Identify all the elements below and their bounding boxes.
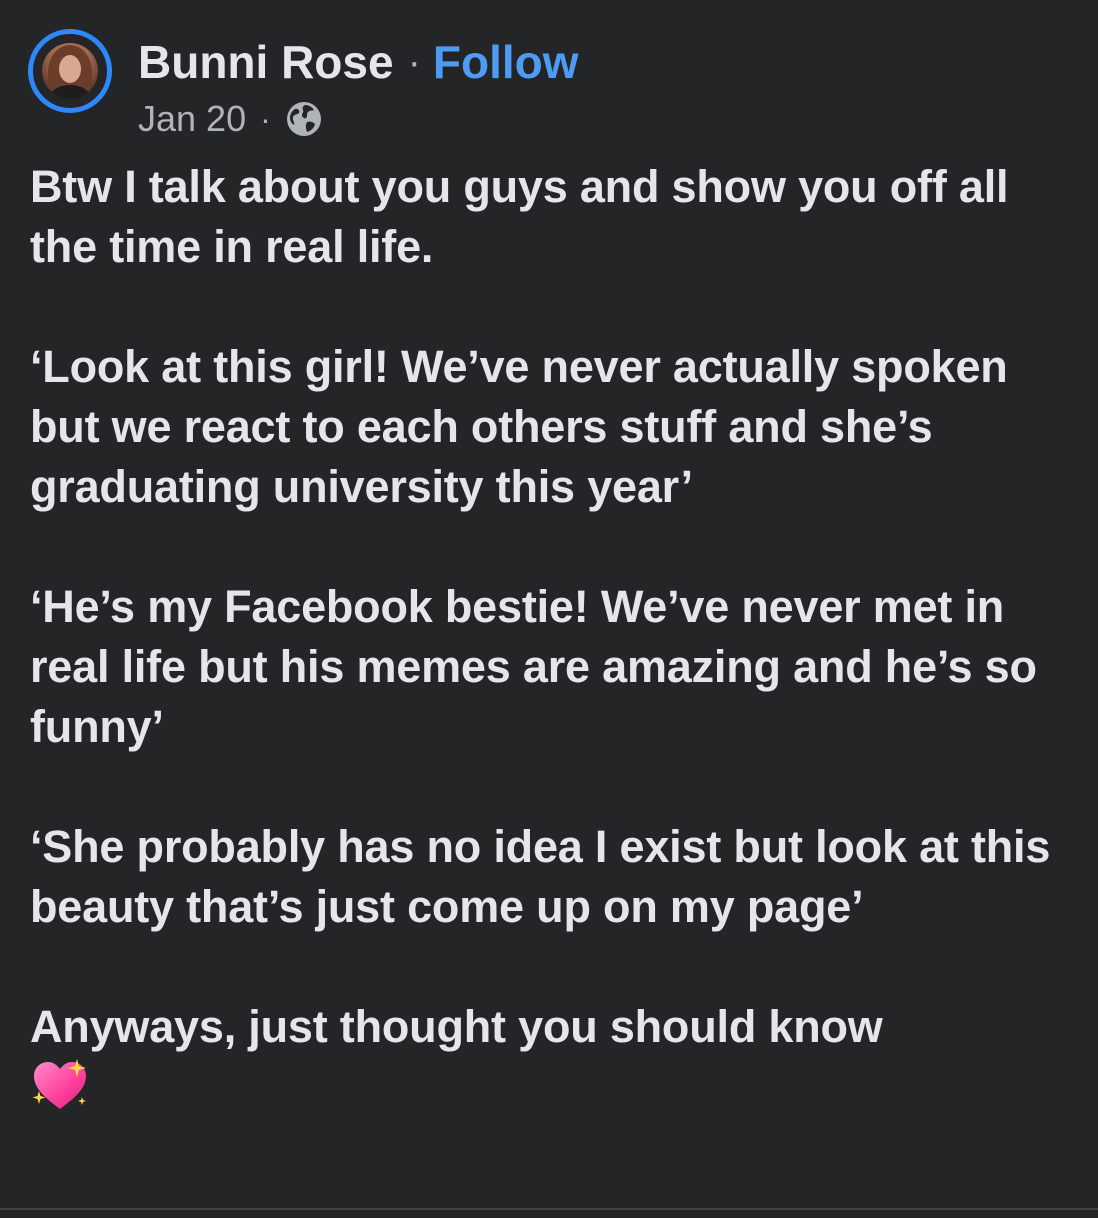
header-separator: ·: [407, 39, 421, 84]
post-paragraph-1: Btw I talk about you guys and show you o…: [30, 161, 1021, 272]
profile-photo: [42, 43, 98, 99]
facebook-post: Bunni Rose · Follow Jan 20 · Btw I talk …: [0, 0, 1098, 1218]
closing-line: Anyways, just thought you should know: [30, 1001, 883, 1052]
post-paragraph-3: ‘He’s my Facebook bestie! We’ve never me…: [30, 581, 1050, 752]
globe-icon[interactable]: [285, 100, 323, 138]
follow-button[interactable]: Follow: [433, 35, 579, 89]
post-paragraph-2: ‘Look at this girl! We’ve never actually…: [30, 341, 1020, 512]
divider: [0, 1208, 1098, 1210]
author-name[interactable]: Bunni Rose: [138, 35, 394, 89]
sparkling-heart-icon: [30, 1057, 90, 1113]
avatar[interactable]: [28, 29, 112, 113]
post-meta: Jan 20 ·: [138, 97, 323, 141]
post-paragraph-4: ‘She probably has no idea I exist but lo…: [30, 821, 1063, 932]
post-header: Bunni Rose · Follow: [138, 32, 579, 92]
post-text: Btw I talk about you guys and show you o…: [30, 157, 1075, 1124]
post-date[interactable]: Jan 20: [138, 98, 246, 140]
meta-separator: ·: [260, 100, 271, 137]
post-paragraph-5: Anyways, just thought you should know: [30, 997, 1075, 1124]
